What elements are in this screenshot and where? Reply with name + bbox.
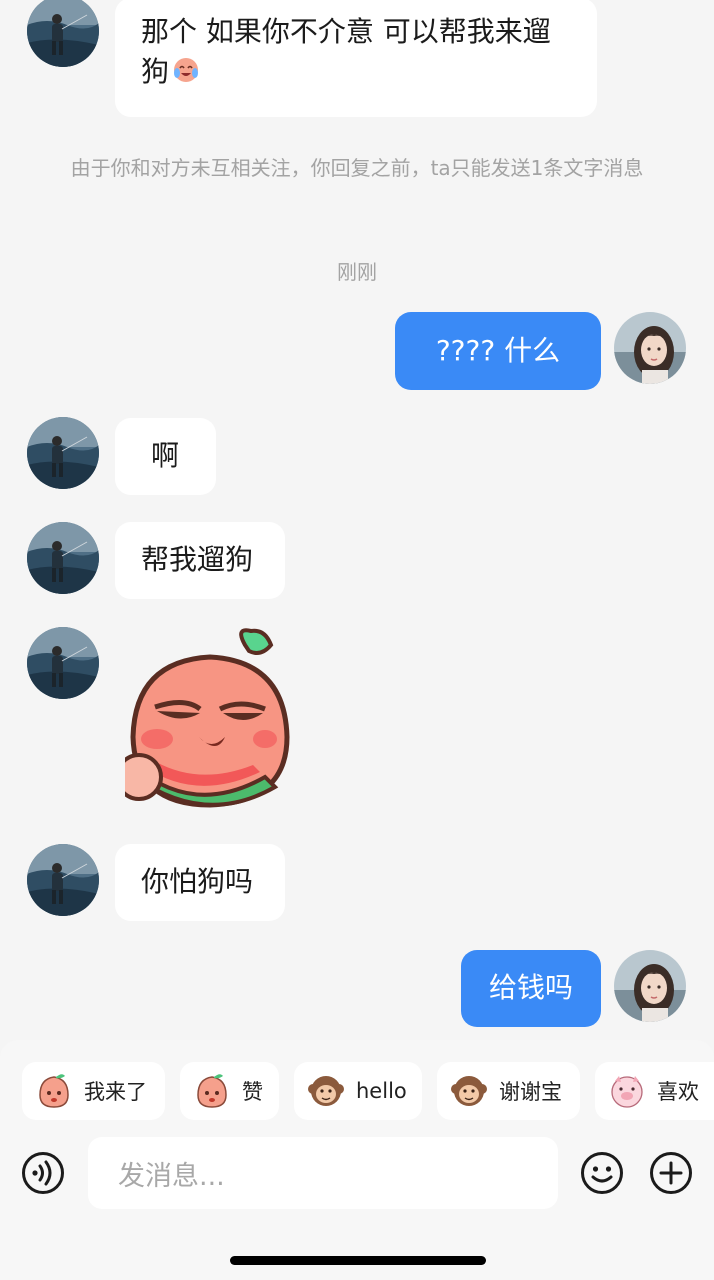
- crying-laugh-emoji-icon: [174, 58, 199, 82]
- quick-reply-chip[interactable]: 我来了: [22, 1062, 165, 1120]
- pig-sticker-icon: [607, 1071, 647, 1111]
- quick-reply-label: 我来了: [84, 1080, 147, 1104]
- peach-sticker-icon: [34, 1071, 74, 1111]
- contact-avatar[interactable]: [27, 627, 99, 699]
- monkey-sticker-icon: [449, 1071, 489, 1111]
- message-text: 那个 如果你不介意 可以帮我来遛狗: [141, 15, 551, 88]
- quick-reply-label: hello: [356, 1079, 407, 1103]
- my-avatar[interactable]: [614, 312, 686, 384]
- quick-reply-chip[interactable]: hello: [294, 1062, 422, 1120]
- message-bubble-incoming[interactable]: 啊: [115, 418, 216, 495]
- message-bubble-incoming[interactable]: 你怕狗吗: [115, 844, 285, 921]
- quick-reply-chip[interactable]: 谢谢宝: [437, 1062, 580, 1120]
- monkey-sticker-icon: [306, 1071, 346, 1111]
- follow-restriction-notice: 由于你和对方未互相关注，你回复之前，ta只能发送1条文字消息: [70, 156, 644, 180]
- quick-reply-label: 谢谢宝: [499, 1080, 562, 1104]
- voice-icon[interactable]: [21, 1151, 65, 1195]
- timestamp: 刚刚: [337, 260, 377, 284]
- quick-reply-label: 喜欢: [657, 1080, 699, 1104]
- message-bubble-incoming[interactable]: 帮我遛狗: [115, 522, 285, 599]
- message-input[interactable]: 发消息...: [88, 1137, 558, 1209]
- contact-avatar[interactable]: [27, 522, 99, 594]
- home-indicator[interactable]: [230, 1256, 486, 1265]
- quick-reply-label: 赞: [242, 1080, 263, 1104]
- my-avatar[interactable]: [614, 950, 686, 1022]
- quick-reply-chip[interactable]: 赞: [180, 1062, 279, 1120]
- message-bubble-outgoing[interactable]: ???? 什么: [395, 312, 601, 390]
- peach-watermelon-sticker[interactable]: [125, 627, 295, 812]
- contact-avatar[interactable]: [27, 0, 99, 67]
- contact-avatar[interactable]: [27, 417, 99, 489]
- contact-avatar[interactable]: [27, 844, 99, 916]
- message-input-placeholder: 发消息...: [118, 1160, 225, 1192]
- plus-icon[interactable]: [649, 1151, 693, 1195]
- message-bubble-incoming[interactable]: 那个 如果你不介意 可以帮我来遛狗: [115, 0, 597, 117]
- message-bubble-outgoing[interactable]: 给钱吗: [461, 950, 601, 1027]
- peach-sticker-icon: [192, 1071, 232, 1111]
- quick-reply-chip[interactable]: 喜欢: [595, 1062, 714, 1120]
- emoji-icon[interactable]: [580, 1151, 624, 1195]
